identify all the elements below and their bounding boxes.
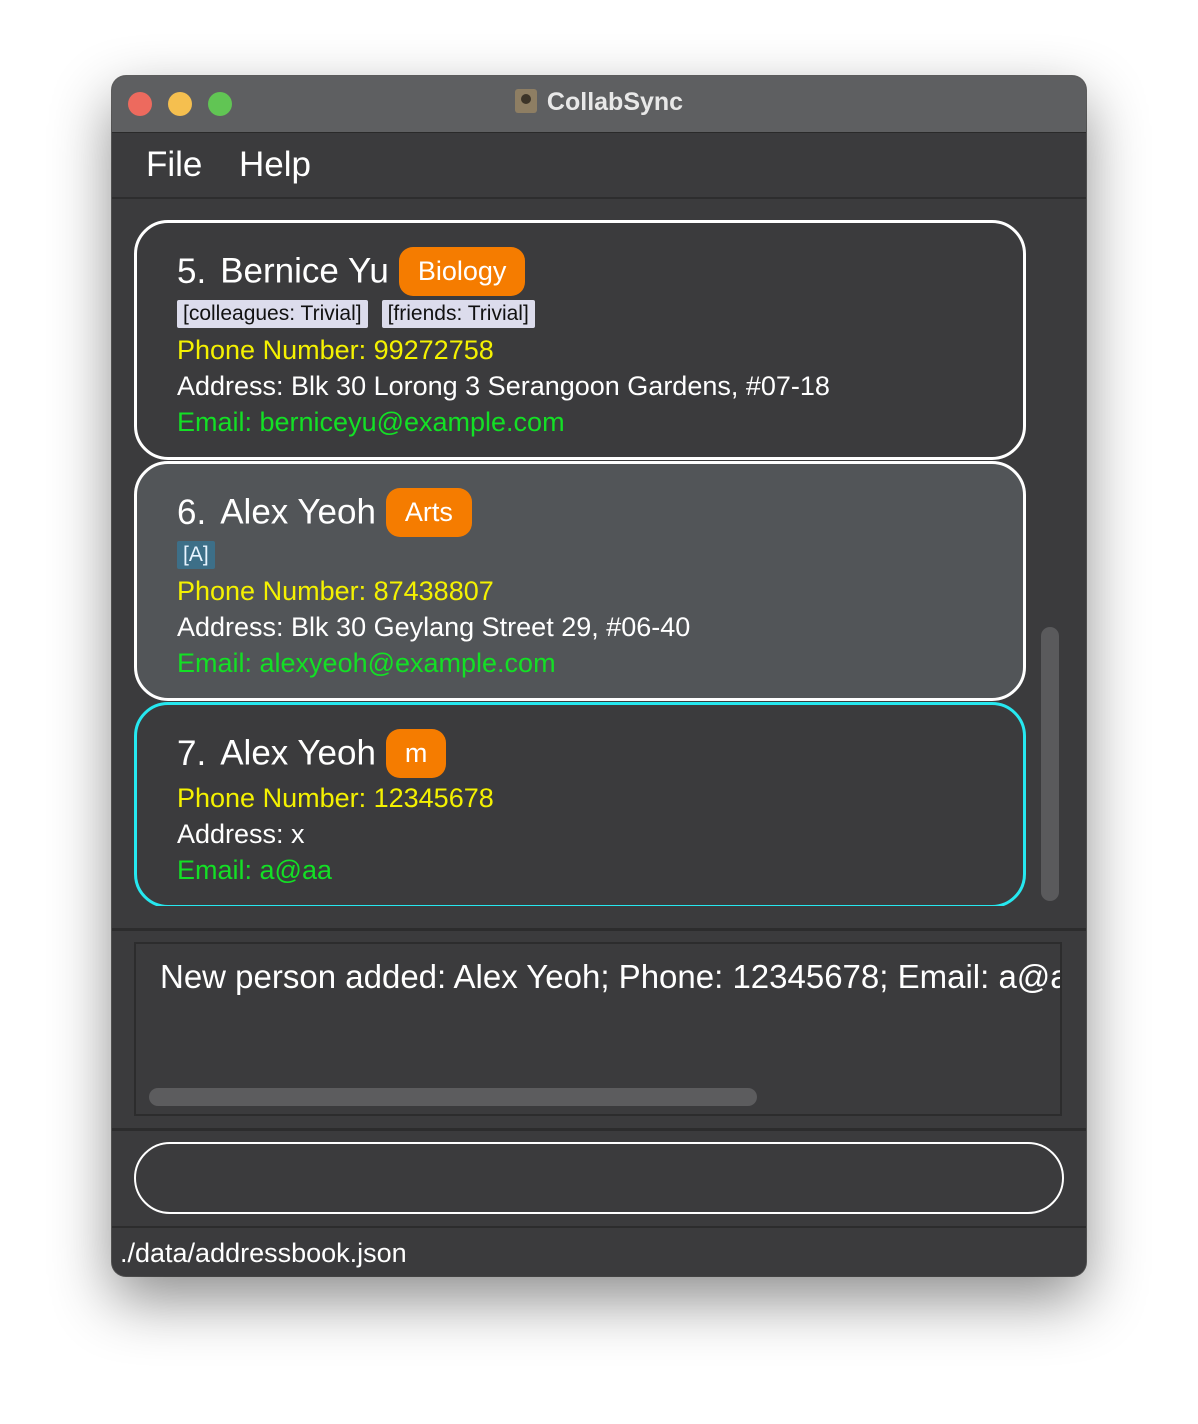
tag: [colleagues: Trivial] xyxy=(177,300,368,328)
person-card-highlighted[interactable]: 7. Alex Yeoh m Phone Number: 12345678 Addr… xyxy=(134,702,1026,906)
person-card[interactable]: 5. Bernice Yu Biology [colleagues: Trivial… xyxy=(134,220,1026,460)
person-name-row: 5. Bernice Yu Biology xyxy=(177,247,526,296)
result-horizontal-scrollbar[interactable] xyxy=(149,1088,757,1106)
person-name: Alex Yeoh xyxy=(220,492,376,532)
subject-badge: Biology xyxy=(398,247,526,296)
person-name-row: 6. Alex Yeoh Arts xyxy=(177,488,472,537)
app-icon xyxy=(514,89,537,113)
menu-help[interactable]: Help xyxy=(239,145,311,185)
person-list[interactable]: 5. Bernice Yu Biology [colleagues: Trivial… xyxy=(134,218,1034,906)
address: Address: x xyxy=(177,819,305,849)
address: Address: Blk 30 Lorong 3 Serangoon Garde… xyxy=(177,371,830,401)
phone-number: Phone Number: 99272758 xyxy=(177,335,494,365)
divider xyxy=(112,1128,1086,1131)
subject-badge: Arts xyxy=(385,488,472,537)
result-display: New person added: Alex Yeoh; Phone: 1234… xyxy=(134,942,1062,1116)
email: Email: alexyeoh@example.com xyxy=(177,648,556,678)
person-card-selected[interactable]: 6. Alex Yeoh Arts [A] Phone Number: 874388… xyxy=(134,461,1026,701)
person-list-scrollbar[interactable] xyxy=(1041,627,1059,901)
tag-list: [A] xyxy=(177,541,229,569)
command-input[interactable] xyxy=(134,1142,1064,1214)
divider xyxy=(112,928,1086,931)
subject-badge: m xyxy=(385,729,447,778)
person-index: 5. xyxy=(177,251,207,291)
tag: [friends: Trivial] xyxy=(381,300,535,328)
app-window: CollabSync File Help 5. Bernice Yu Biology… xyxy=(112,76,1086,1276)
email: Email: berniceyu@example.com xyxy=(177,407,565,437)
person-index: 7. xyxy=(177,733,207,773)
tag-list: [colleagues: Trivial] [friends: Trivial] xyxy=(177,300,549,328)
status-bar: ./data/addressbook.json xyxy=(112,1226,1086,1276)
person-name-row: 7. Alex Yeoh m xyxy=(177,729,447,778)
save-file-path: ./data/addressbook.json xyxy=(120,1238,407,1268)
menu-file[interactable]: File xyxy=(146,145,202,185)
person-index: 6. xyxy=(177,492,207,532)
person-name: Bernice Yu xyxy=(220,251,389,291)
result-message: New person added: Alex Yeoh; Phone: 1234… xyxy=(160,958,1062,995)
phone-number: Phone Number: 12345678 xyxy=(177,783,494,813)
window-title: CollabSync xyxy=(546,88,684,116)
menu-bar: File Help xyxy=(112,133,1086,199)
title-bar: CollabSync xyxy=(112,76,1086,133)
phone-number: Phone Number: 87438807 xyxy=(177,576,494,606)
address: Address: Blk 30 Geylang Street 29, #06-4… xyxy=(177,612,691,642)
tag: [A] xyxy=(177,541,215,569)
window-title-area: CollabSync xyxy=(112,88,1086,117)
person-name: Alex Yeoh xyxy=(220,733,376,773)
email: Email: a@aa xyxy=(177,855,332,885)
